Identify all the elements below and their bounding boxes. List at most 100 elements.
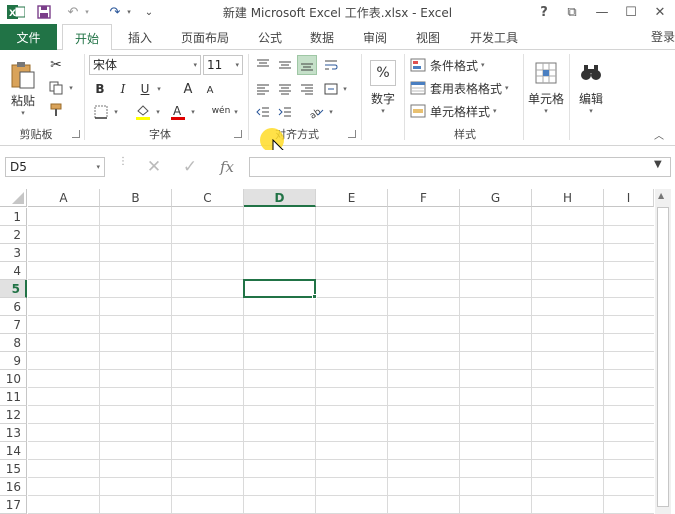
column-header-b[interactable]: B <box>100 189 172 207</box>
cut-icon[interactable]: ✂ <box>46 56 66 74</box>
clipboard-launcher-icon[interactable] <box>72 130 80 138</box>
redo-dropdown-icon[interactable]: ▾ <box>124 3 134 21</box>
row-header-9[interactable]: 9 <box>0 352 27 370</box>
tab-developer[interactable]: 开发工具 <box>462 24 526 50</box>
merge-dropdown-icon[interactable]: ▾ <box>341 84 349 94</box>
minimize-icon[interactable]: — <box>591 2 613 22</box>
column-header-e[interactable]: E <box>316 189 388 207</box>
row-header-2[interactable]: 2 <box>0 226 27 244</box>
orientation-dropdown-icon[interactable]: ▾ <box>327 107 335 117</box>
fill-handle[interactable] <box>312 294 317 299</box>
row-header-16[interactable]: 16 <box>0 478 27 496</box>
undo-dropdown-icon[interactable]: ▾ <box>82 3 92 21</box>
borders-icon[interactable] <box>92 103 110 121</box>
borders-dropdown-icon[interactable]: ▾ <box>112 107 120 117</box>
copy-dropdown-icon[interactable]: ▾ <box>67 83 75 93</box>
tab-view[interactable]: 视图 <box>406 24 450 50</box>
align-left-icon[interactable] <box>254 80 272 98</box>
active-cell-d5[interactable] <box>243 279 316 298</box>
enter-entry-icon[interactable]: ✓ <box>178 156 202 178</box>
maximize-icon[interactable]: ☐ <box>620 2 642 22</box>
row-header-1[interactable]: 1 <box>0 208 27 226</box>
tab-insert[interactable]: 插入 <box>116 24 164 50</box>
paste-button[interactable]: 粘贴 ▾ <box>6 56 40 120</box>
copy-icon[interactable] <box>46 79 66 97</box>
column-header-c[interactable]: C <box>172 189 244 207</box>
row-header-17[interactable]: 17 <box>0 496 27 514</box>
row-header-11[interactable]: 11 <box>0 388 27 406</box>
align-right-icon[interactable] <box>298 80 316 98</box>
font-color-icon[interactable]: A <box>169 102 187 122</box>
tab-data[interactable]: 数据 <box>300 24 344 50</box>
row-header-4[interactable]: 4 <box>0 262 27 280</box>
scroll-up-icon[interactable]: ▲ <box>658 191 664 200</box>
column-header-i[interactable]: I <box>604 189 654 207</box>
ribbon-display-options-icon[interactable]: ⧉ <box>561 2 583 22</box>
row-header-10[interactable]: 10 <box>0 370 27 388</box>
column-header-a[interactable]: A <box>28 189 100 207</box>
name-box-dropdown-icon[interactable]: ▾ <box>96 158 100 176</box>
formula-input[interactable] <box>249 157 671 177</box>
scrollbar-thumb[interactable] <box>657 207 669 507</box>
cell-styles-button[interactable]: 单元格样式 ▾ <box>410 102 504 120</box>
align-center-icon[interactable] <box>276 80 294 98</box>
font-grow-button[interactable]: A <box>180 80 196 98</box>
phonetic-dropdown-icon[interactable]: ▾ <box>232 107 240 117</box>
vertical-scrollbar[interactable]: ▲ <box>655 189 671 514</box>
redo-icon[interactable]: ↷ <box>105 3 125 21</box>
decrease-indent-icon[interactable] <box>254 103 272 121</box>
row-header-8[interactable]: 8 <box>0 334 27 352</box>
italic-button[interactable]: I <box>115 80 131 98</box>
tab-review[interactable]: 审阅 <box>353 24 397 50</box>
align-middle-icon[interactable] <box>276 56 294 74</box>
fill-color-dropdown-icon[interactable]: ▾ <box>154 107 162 117</box>
format-painter-icon[interactable] <box>46 101 66 119</box>
phonetic-button[interactable]: wén <box>210 102 232 120</box>
font-color-dropdown-icon[interactable]: ▾ <box>189 107 197 117</box>
sign-in-link[interactable]: 登录 <box>651 28 675 45</box>
merge-center-icon[interactable] <box>322 80 340 98</box>
cancel-entry-icon[interactable]: ✕ <box>142 156 166 178</box>
row-header-7[interactable]: 7 <box>0 316 27 334</box>
align-top-icon[interactable] <box>254 56 272 74</box>
worksheet-grid[interactable]: ▲ A B C D E F G H I 1 2 3 4 5 6 7 8 9 10 11 12 13 14 15 16 17 <box>0 189 675 514</box>
underline-button[interactable]: U <box>137 80 153 98</box>
row-header-15[interactable]: 15 <box>0 460 27 478</box>
underline-dropdown-icon[interactable]: ▾ <box>155 84 163 94</box>
wrap-text-icon[interactable] <box>322 56 340 74</box>
number-format-button[interactable]: % 数字 ▾ <box>366 55 400 119</box>
insert-function-icon[interactable]: fx <box>214 156 240 178</box>
customize-qat-icon[interactable]: ⌄ <box>142 3 156 21</box>
tab-page-layout[interactable]: 页面布局 <box>170 24 240 50</box>
bold-button[interactable]: B <box>92 80 108 98</box>
alignment-launcher-icon[interactable] <box>348 130 356 138</box>
row-header-6[interactable]: 6 <box>0 298 27 316</box>
font-size-combo[interactable]: 11 ▾ <box>203 55 243 75</box>
align-bottom-icon[interactable] <box>297 55 317 75</box>
cells-button[interactable]: 单元格 ▾ <box>527 55 565 119</box>
select-all-corner[interactable] <box>0 189 27 207</box>
tab-formulas[interactable]: 公式 <box>248 24 292 50</box>
conditional-formatting-button[interactable]: 条件格式 ▾ <box>410 56 496 74</box>
collapse-ribbon-icon[interactable]: ︿ <box>652 128 666 142</box>
increase-indent-icon[interactable] <box>276 103 294 121</box>
font-shrink-button[interactable]: A <box>203 82 217 98</box>
tab-home[interactable]: 开始 <box>62 24 112 51</box>
tab-file[interactable]: 文件 <box>0 24 57 50</box>
row-header-12[interactable]: 12 <box>0 406 27 424</box>
column-header-g[interactable]: G <box>460 189 532 207</box>
undo-icon[interactable]: ↶ <box>63 3 83 21</box>
row-header-14[interactable]: 14 <box>0 442 27 460</box>
font-name-combo[interactable]: 宋体 ▾ <box>89 55 201 75</box>
name-box[interactable]: D5 ▾ <box>5 157 105 177</box>
close-icon[interactable]: ✕ <box>649 2 671 22</box>
row-header-13[interactable]: 13 <box>0 424 27 442</box>
format-as-table-button[interactable]: 套用表格格式 ▾ <box>410 79 514 97</box>
orientation-icon[interactable]: ab <box>306 102 326 122</box>
help-icon[interactable]: ? <box>533 2 555 22</box>
column-header-d[interactable]: D <box>244 189 316 207</box>
row-header-5[interactable]: 5 <box>0 280 27 298</box>
save-icon[interactable] <box>34 3 54 21</box>
fill-color-icon[interactable] <box>134 102 152 122</box>
editing-button[interactable]: 编辑 ▾ <box>573 55 609 119</box>
